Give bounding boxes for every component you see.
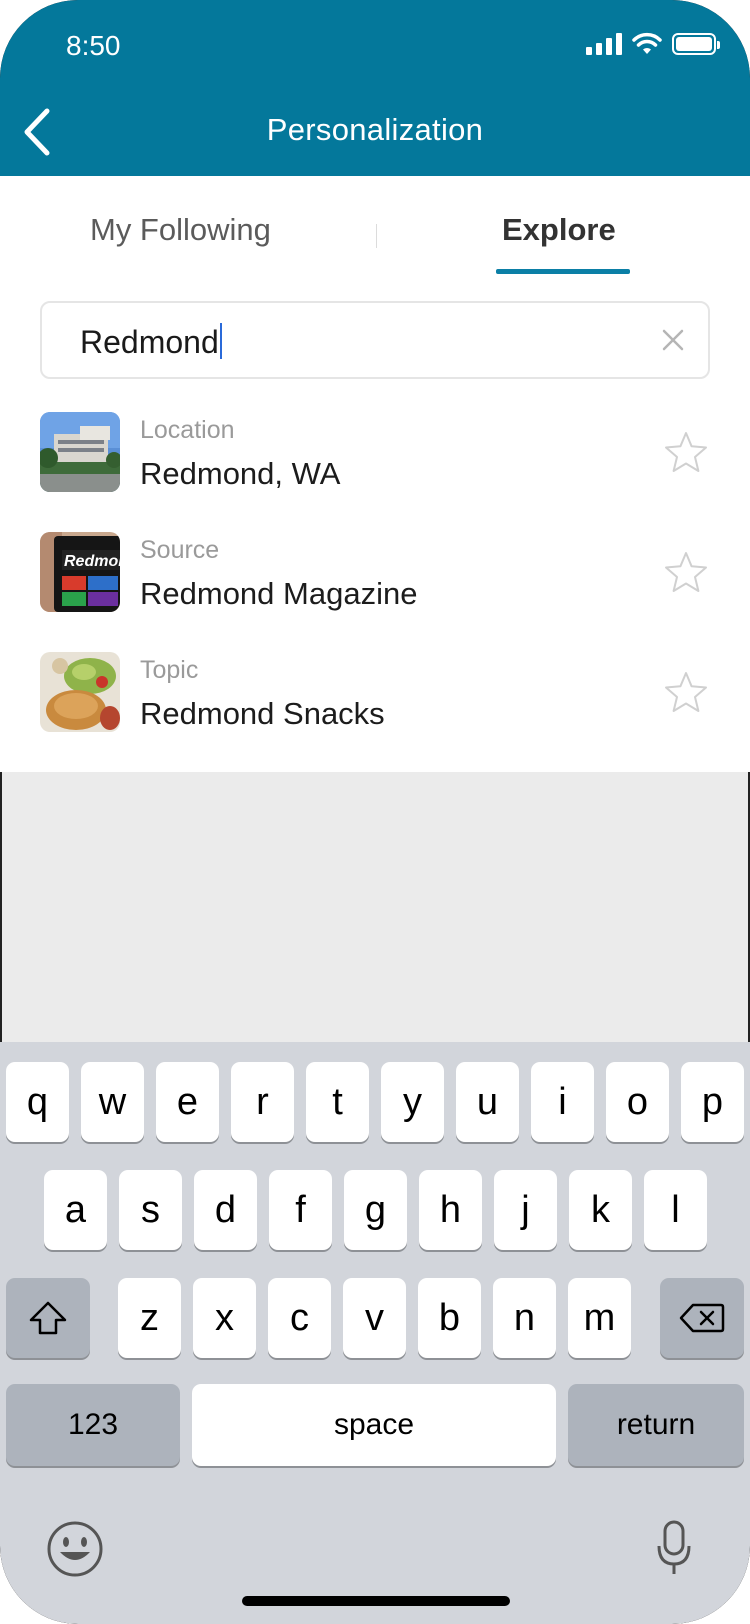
key-u[interactable]: u: [456, 1062, 519, 1142]
search-field[interactable]: Redmond: [40, 301, 710, 379]
status-time: 8:50: [66, 30, 121, 61]
delete-key[interactable]: [660, 1278, 744, 1358]
magazine-cover-thumbnail: Redmon: [40, 532, 120, 612]
tab-divider: [376, 224, 377, 248]
star-outline-icon[interactable]: [664, 670, 708, 714]
key-s[interactable]: s: [119, 1170, 182, 1250]
tab-bar: My Following Explore: [0, 176, 750, 276]
cellular-signal-icon: [586, 33, 622, 55]
status-icons: [586, 32, 720, 56]
result-category: Topic: [140, 656, 199, 684]
result-category: Location: [140, 416, 235, 444]
key-y[interactable]: y: [381, 1062, 444, 1142]
key-a[interactable]: a: [44, 1170, 107, 1250]
numbers-key[interactable]: 123: [6, 1384, 180, 1466]
active-tab-indicator: [496, 269, 630, 274]
result-name: Redmond Magazine: [140, 576, 418, 611]
result-item-location[interactable]: Location Redmond, WA: [0, 412, 750, 520]
food-photo-thumbnail: [40, 652, 120, 732]
wifi-icon: [632, 32, 662, 54]
search-input[interactable]: Redmond: [80, 323, 222, 361]
clear-search-icon[interactable]: [660, 327, 686, 353]
main-content: My Following Explore Redmond Location Re…: [0, 176, 750, 772]
building-photo-thumbnail: [40, 412, 120, 492]
search-input-value: Redmond: [80, 324, 219, 360]
result-category: Source: [140, 536, 220, 564]
key-r[interactable]: r: [231, 1062, 294, 1142]
key-t[interactable]: t: [306, 1062, 369, 1142]
shift-key[interactable]: [6, 1278, 90, 1358]
key-f[interactable]: f: [269, 1170, 332, 1250]
key-d[interactable]: d: [194, 1170, 257, 1250]
svg-text:Redmon: Redmon: [64, 553, 120, 570]
key-j[interactable]: j: [494, 1170, 557, 1250]
text-caret: [219, 323, 222, 359]
onscreen-keyboard: q w e r t y u i o p a s d f g h j k l z …: [0, 1042, 750, 1624]
microphone-icon[interactable]: [656, 1520, 692, 1576]
result-item-source[interactable]: Redmon Source Redmond Magazine: [0, 532, 750, 640]
key-o[interactable]: o: [606, 1062, 669, 1142]
key-v[interactable]: v: [343, 1278, 406, 1358]
backspace-icon: [679, 1303, 725, 1333]
key-w[interactable]: w: [81, 1062, 144, 1142]
key-i[interactable]: i: [531, 1062, 594, 1142]
key-g[interactable]: g: [344, 1170, 407, 1250]
key-x[interactable]: x: [193, 1278, 256, 1358]
space-key[interactable]: space: [192, 1384, 556, 1466]
battery-icon: [672, 33, 720, 55]
result-item-topic[interactable]: Topic Redmond Snacks: [0, 652, 750, 760]
key-h[interactable]: h: [419, 1170, 482, 1250]
key-z[interactable]: z: [118, 1278, 181, 1358]
page-title: Personalization: [266, 112, 484, 147]
result-name: Redmond Snacks: [140, 696, 385, 731]
star-outline-icon[interactable]: [664, 430, 708, 474]
emoji-icon[interactable]: [46, 1520, 104, 1578]
star-outline-icon[interactable]: [664, 550, 708, 594]
app-header: 8:50 Personalization: [0, 0, 750, 176]
key-p[interactable]: p: [681, 1062, 744, 1142]
key-b[interactable]: b: [418, 1278, 481, 1358]
tab-my-following[interactable]: My Following: [90, 212, 271, 248]
key-q[interactable]: q: [6, 1062, 69, 1142]
phone-screen: 8:50 Personalization My Following Explor…: [0, 0, 750, 1624]
key-e[interactable]: e: [156, 1062, 219, 1142]
home-indicator: [242, 1596, 510, 1606]
key-n[interactable]: n: [493, 1278, 556, 1358]
key-m[interactable]: m: [568, 1278, 631, 1358]
result-name: Redmond, WA: [140, 456, 341, 491]
key-k[interactable]: k: [569, 1170, 632, 1250]
key-l[interactable]: l: [644, 1170, 707, 1250]
shift-icon: [29, 1301, 67, 1335]
key-c[interactable]: c: [268, 1278, 331, 1358]
return-key[interactable]: return: [568, 1384, 744, 1466]
tab-explore[interactable]: Explore: [502, 212, 616, 248]
